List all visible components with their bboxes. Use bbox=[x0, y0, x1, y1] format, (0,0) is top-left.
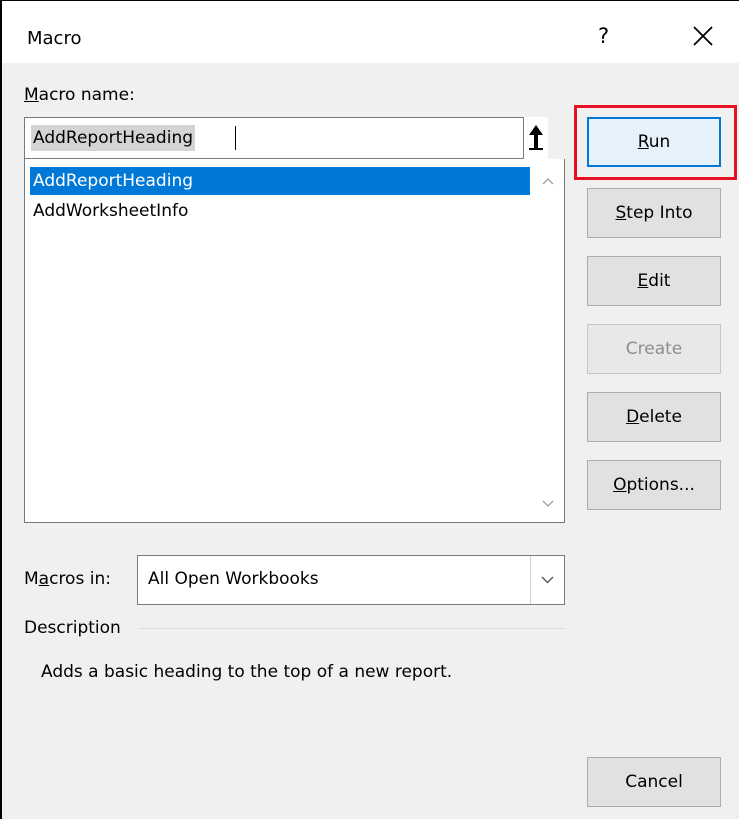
create-button[interactable]: Create bbox=[587, 324, 721, 374]
arrow-up-icon bbox=[529, 125, 543, 150]
refedit-button[interactable] bbox=[523, 117, 548, 159]
macro-name-label: Macro name: bbox=[24, 85, 135, 105]
macro-list[interactable]: AddReportHeading AddWorksheetInfo bbox=[24, 159, 565, 523]
macro-name-value: AddReportHeading bbox=[31, 125, 196, 151]
scroll-up-icon[interactable] bbox=[542, 177, 554, 185]
chevron-down-icon bbox=[541, 576, 554, 584]
macro-name-input[interactable]: AddReportHeading bbox=[24, 117, 548, 159]
close-button[interactable] bbox=[688, 21, 718, 51]
edit-button[interactable]: Edit bbox=[587, 256, 721, 306]
text-caret bbox=[235, 126, 236, 150]
dialog-title: Macro bbox=[27, 28, 82, 49]
list-scrollbar[interactable] bbox=[534, 159, 564, 522]
description-text: Adds a basic heading to the top of a new… bbox=[41, 662, 453, 682]
macros-in-dropdown[interactable]: All Open Workbooks bbox=[137, 555, 565, 605]
description-divider bbox=[139, 628, 566, 629]
run-button-highlight bbox=[574, 105, 737, 180]
help-button[interactable]: ? bbox=[598, 24, 609, 48]
macros-in-value: All Open Workbooks bbox=[148, 569, 319, 589]
window-frame-left bbox=[0, 0, 2, 819]
cancel-button[interactable]: Cancel bbox=[587, 757, 721, 807]
scroll-down-icon[interactable] bbox=[542, 500, 554, 508]
list-item[interactable]: AddWorksheetInfo bbox=[30, 197, 530, 225]
dropdown-button[interactable] bbox=[530, 556, 564, 604]
delete-button[interactable]: Delete bbox=[587, 392, 721, 442]
options-button[interactable]: Options... bbox=[587, 460, 721, 510]
list-item[interactable]: AddReportHeading bbox=[30, 167, 530, 195]
title-bar: Macro ? bbox=[2, 1, 739, 63]
macros-in-label: Macros in: bbox=[24, 569, 111, 589]
close-icon bbox=[693, 26, 713, 46]
description-label: Description bbox=[24, 618, 121, 638]
step-into-button[interactable]: Step Into bbox=[587, 188, 721, 238]
